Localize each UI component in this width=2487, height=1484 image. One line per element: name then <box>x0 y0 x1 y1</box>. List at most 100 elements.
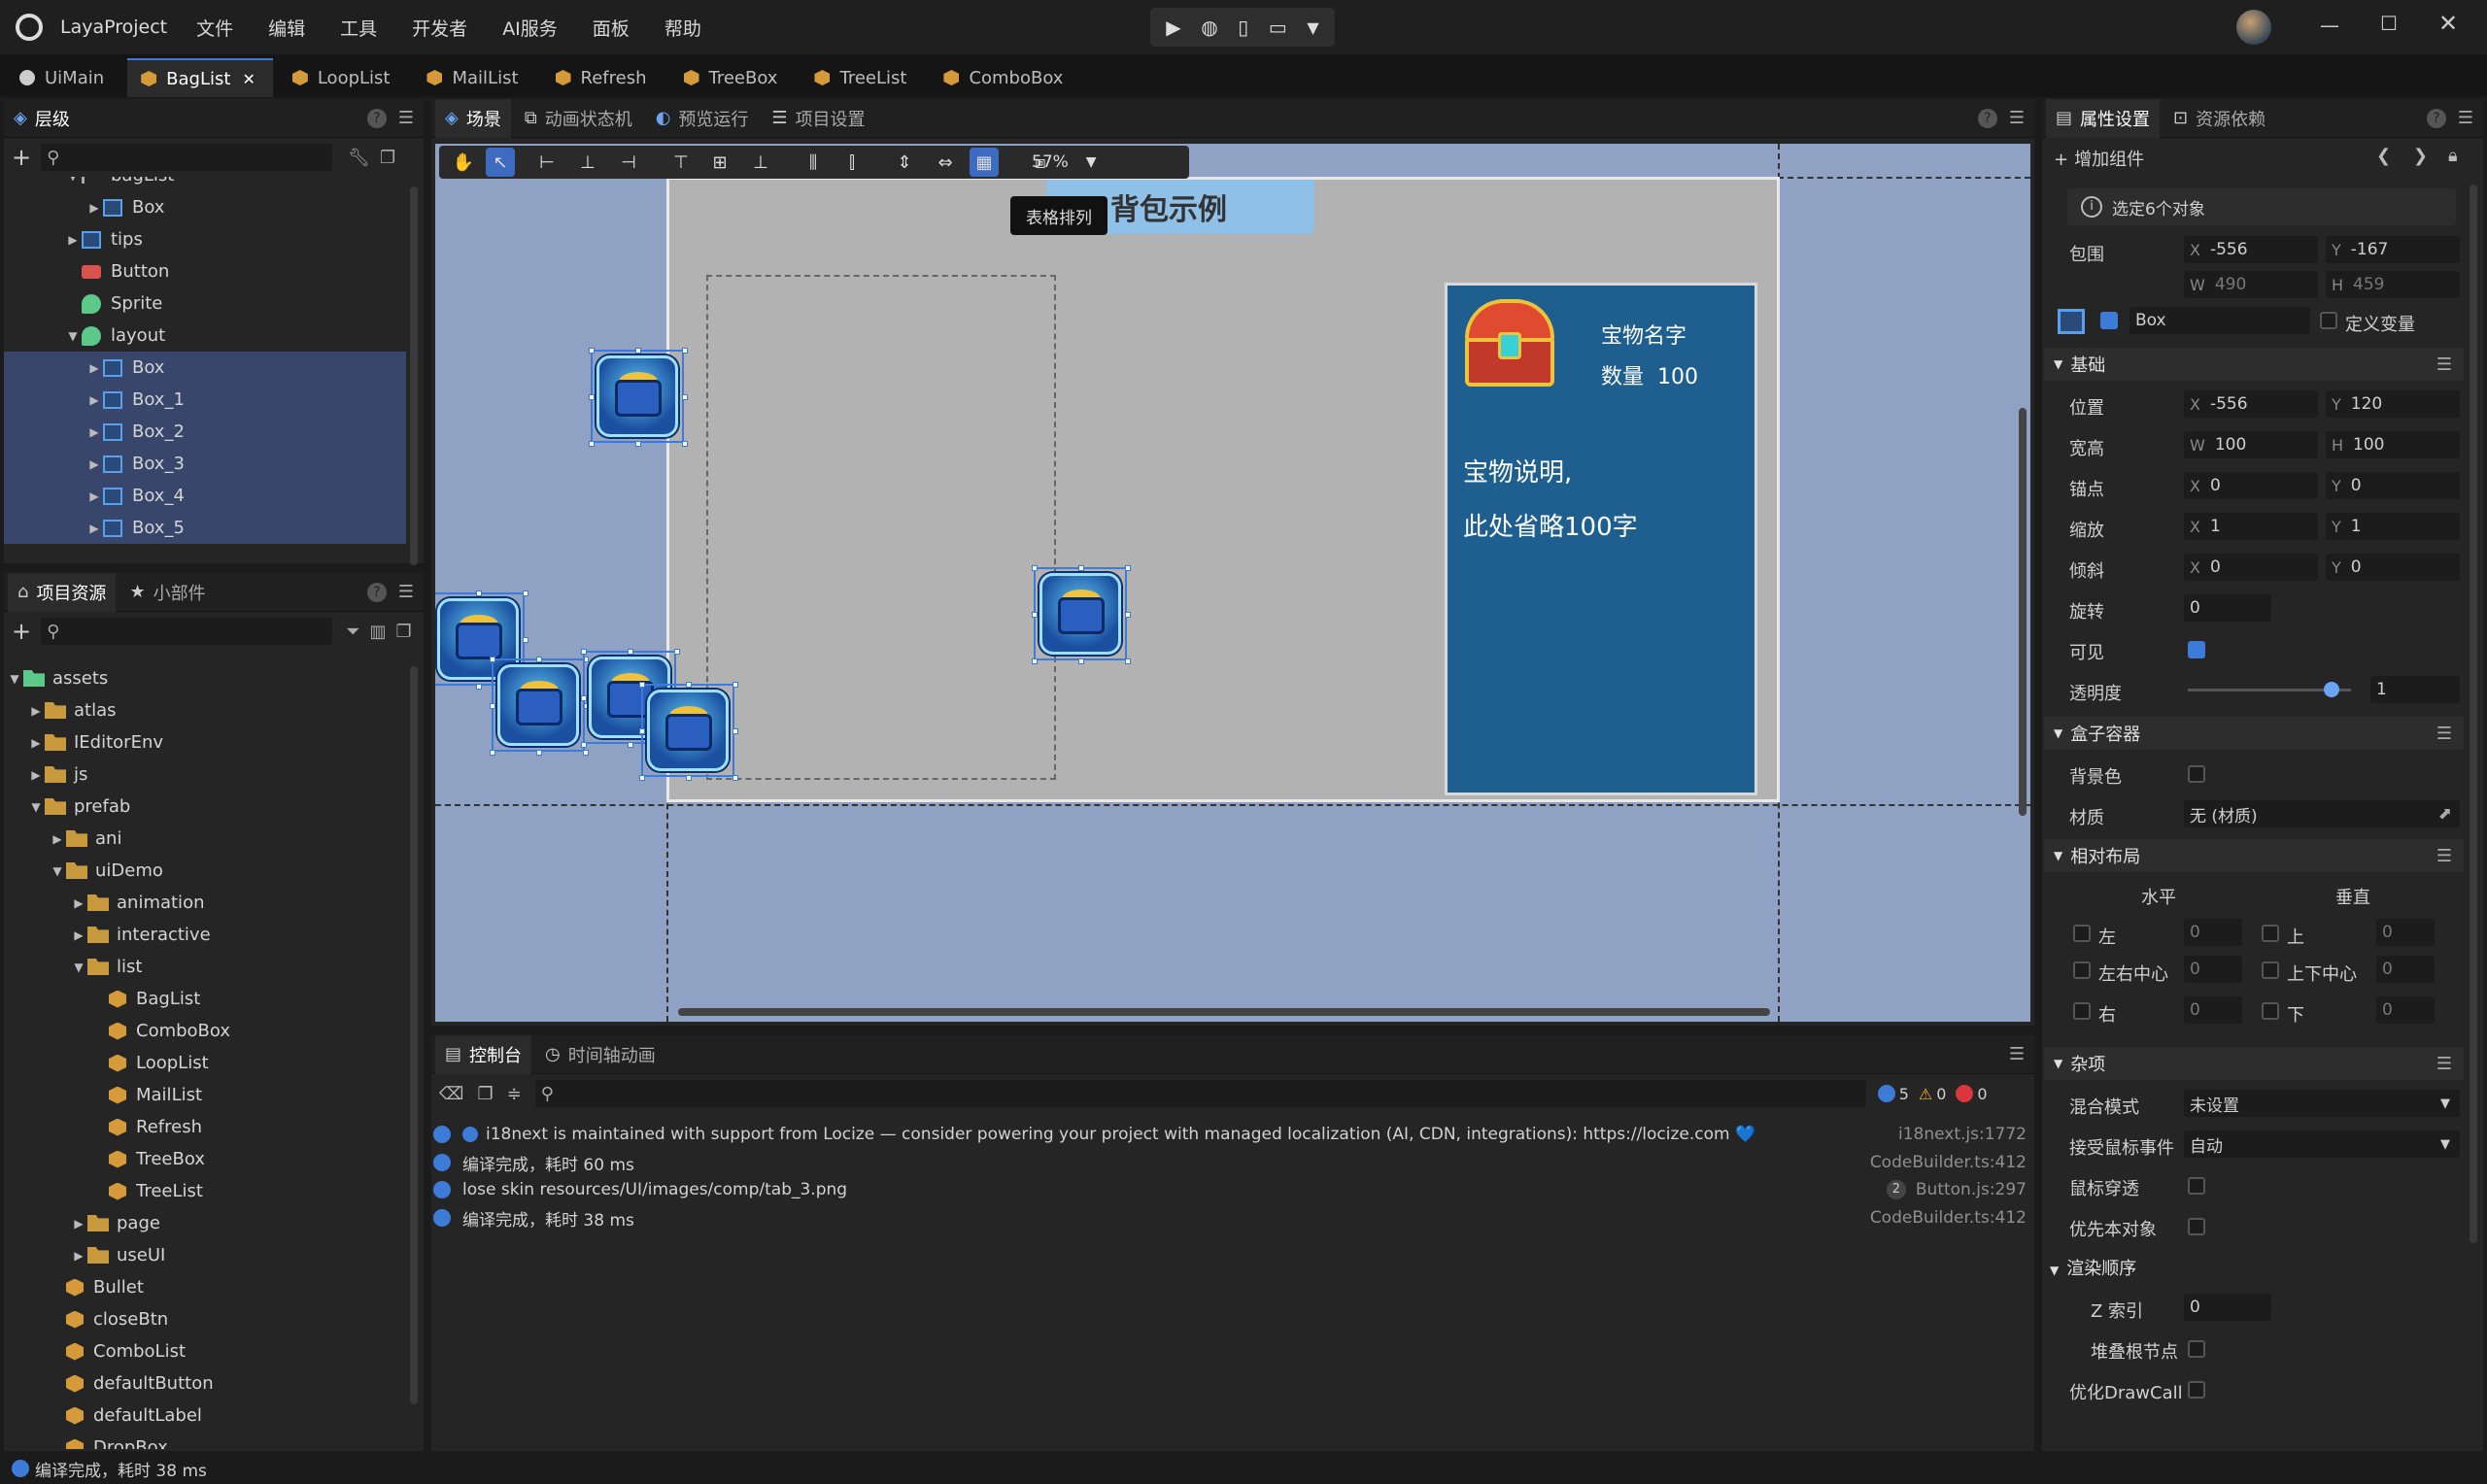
tab-properties[interactable]: ▤ 属性设置 <box>2046 98 2161 138</box>
selection-box[interactable] <box>490 657 589 756</box>
help-icon[interactable]: ? <box>2426 108 2446 128</box>
asset-item[interactable]: MailList <box>4 1079 202 1111</box>
rotation-field[interactable]: 0 <box>2184 594 2271 622</box>
chevron-down-icon[interactable]: ▼ <box>1307 18 1318 37</box>
resize-handle[interactable] <box>628 742 633 748</box>
collapse-icon[interactable]: ❐ <box>396 622 412 642</box>
align-top-icon[interactable]: ⊤ <box>666 148 696 177</box>
chevron-right-icon[interactable]: ▶ <box>27 704 45 718</box>
resize-handle[interactable] <box>581 649 587 655</box>
active-checkbox[interactable] <box>2100 312 2118 329</box>
log-row[interactable]: lose skin resources/UI/images/comp/tab_3… <box>433 1176 2027 1203</box>
tab-widgets[interactable]: ★ 小部件 <box>119 573 215 612</box>
asset-item[interactable]: LoopList <box>4 1047 209 1079</box>
resize-handle[interactable] <box>1125 565 1131 571</box>
resize-handle[interactable] <box>635 441 641 447</box>
zindex-field[interactable]: 0 <box>2184 1294 2271 1321</box>
tab-baglist[interactable]: BagList ✕ <box>127 58 273 97</box>
tab-timeline[interactable]: ◷ 时间轴动画 <box>535 1035 665 1074</box>
left-field[interactable]: 0 <box>2184 919 2242 946</box>
asset-item[interactable]: defaultButton <box>4 1367 214 1400</box>
chevron-right-icon[interactable]: ▶ <box>64 233 82 247</box>
avatar[interactable] <box>2236 10 2271 45</box>
scale-y-field[interactable]: Y1 <box>2326 513 2460 540</box>
resize-handle[interactable] <box>732 682 738 688</box>
node-name-input[interactable]: Box <box>2129 307 2310 334</box>
forward-icon[interactable]: ❯ <box>2413 146 2428 166</box>
bounds-y-field[interactable]: Y -167 <box>2326 236 2460 263</box>
console-search-input[interactable]: ⚲ <box>534 1080 1866 1107</box>
chevron-right-icon[interactable]: ▶ <box>85 522 103 535</box>
hierarchy-node[interactable]: ▶ Box <box>4 191 406 223</box>
play-icon[interactable]: ▶ <box>1166 16 1180 39</box>
asset-item[interactable]: ▼ list <box>4 951 142 983</box>
scrollbar[interactable] <box>410 186 418 565</box>
tab-project-assets[interactable]: ⌂ 项目资源 <box>8 572 117 612</box>
menu-panel[interactable]: 面板 <box>593 15 630 41</box>
align-right-icon[interactable]: ⊣ <box>614 148 643 177</box>
tab-console[interactable]: ▤ 控制台 <box>435 1034 532 1074</box>
chevron-right-icon[interactable]: ▶ <box>27 736 45 750</box>
right-field[interactable]: 0 <box>2184 996 2242 1024</box>
priority-checkbox[interactable] <box>2188 1218 2205 1235</box>
stack-root-checkbox[interactable] <box>2188 1340 2205 1358</box>
asset-item[interactable]: ▶ useUI <box>4 1239 165 1271</box>
selection-box[interactable] <box>589 348 688 447</box>
clear-icon[interactable]: ⌫ <box>439 1084 463 1104</box>
asset-item[interactable]: ▶ ani <box>4 823 121 855</box>
resize-handle[interactable] <box>581 695 587 701</box>
resize-handle[interactable] <box>682 394 688 400</box>
item-info-panel[interactable]: 宝物名字 数量 100 宝物说明, 此处省略100字 <box>1445 283 1757 795</box>
resize-handle[interactable] <box>682 441 688 447</box>
menu-edit[interactable]: 编辑 <box>268 15 305 41</box>
collapse-icon[interactable]: ≑ <box>507 1084 522 1104</box>
resize-handle[interactable] <box>523 637 528 643</box>
chevron-right-icon[interactable]: ▶ <box>85 489 103 503</box>
anchor-y-field[interactable]: Y0 <box>2326 472 2460 499</box>
skew-x-field[interactable]: X0 <box>2184 554 2318 581</box>
maximize-icon[interactable]: ☐ <box>2380 12 2398 35</box>
chevron-right-icon[interactable]: ▶ <box>70 1249 87 1263</box>
chevron-right-icon[interactable]: ▶ <box>27 768 45 782</box>
copy-icon[interactable]: ❐ <box>477 1084 493 1104</box>
resize-handle[interactable] <box>732 728 738 734</box>
treasure-item-icon[interactable] <box>596 355 678 437</box>
bounds-w-field[interactable]: W 490 <box>2184 271 2318 298</box>
chevron-right-icon[interactable]: ▶ <box>85 393 103 407</box>
treasure-item-icon[interactable] <box>647 690 729 771</box>
chevron-right-icon[interactable]: ▶ <box>85 457 103 471</box>
chevron-right-icon[interactable]: ▶ <box>70 1217 87 1231</box>
chevron-down-icon[interactable]: ▼ <box>27 800 45 814</box>
hierarchy-node[interactable]: Sprite <box>4 287 406 320</box>
resize-handle[interactable] <box>490 703 495 709</box>
bgcolor-checkbox[interactable] <box>2188 765 2205 783</box>
section-relative-layout[interactable]: ▼ 相对布局 ☰ <box>2044 839 2464 872</box>
asset-item[interactable]: ▶ atlas <box>4 694 116 726</box>
same-width-icon[interactable]: ⇔ <box>931 148 960 177</box>
visible-checkbox[interactable] <box>2188 641 2205 658</box>
menu-help[interactable]: 帮助 <box>664 15 701 41</box>
asset-item[interactable]: ▶ js <box>4 759 87 791</box>
resize-handle[interactable] <box>686 775 692 781</box>
mouse-event-select[interactable]: 自动 ▼ <box>2184 1130 2460 1158</box>
drawcall-checkbox[interactable] <box>2188 1381 2205 1399</box>
asset-item[interactable]: ComboList <box>4 1335 186 1367</box>
resize-handle[interactable] <box>536 750 542 756</box>
close-tab-icon[interactable]: ✕ <box>242 70 255 88</box>
chevron-down-icon[interactable]: ▼ <box>70 961 87 974</box>
scrollbar[interactable] <box>2470 185 2477 1243</box>
left-checkbox[interactable] <box>2073 925 2091 942</box>
section-render-order[interactable]: ▼ 渲染顺序 <box>2050 1255 2136 1280</box>
resize-handle[interactable] <box>490 657 495 662</box>
resize-handle[interactable] <box>674 649 680 655</box>
anchor-x-field[interactable]: X0 <box>2184 472 2318 499</box>
bottom-field[interactable]: 0 <box>2376 996 2435 1024</box>
align-left-icon[interactable]: ⊢ <box>532 148 562 177</box>
hierarchy-node[interactable]: ▶ Box_2 <box>4 416 406 448</box>
asset-item[interactable]: ▶ IEditorEnv <box>4 726 163 759</box>
resize-handle[interactable] <box>1125 612 1131 618</box>
align-hcenter-icon[interactable]: ⊥ <box>573 148 602 177</box>
hierarchy-search-input[interactable]: ⚲ <box>41 144 333 171</box>
asset-item[interactable]: ▶ page <box>4 1207 160 1239</box>
tab-maillist[interactable]: MailList <box>413 58 535 97</box>
